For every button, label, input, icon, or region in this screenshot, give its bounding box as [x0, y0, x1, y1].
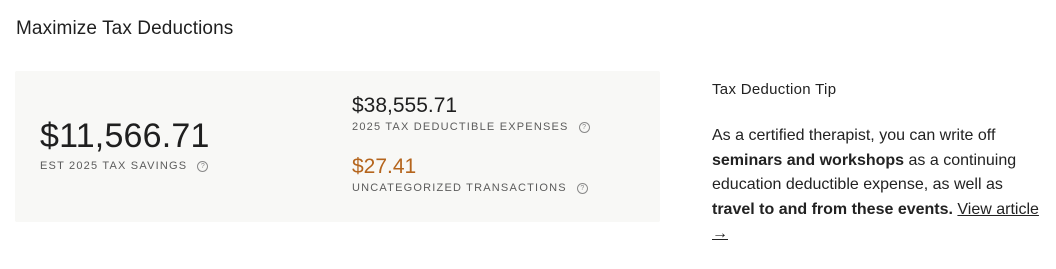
est-tax-savings-label-text: EST 2025 TAX SAVINGS	[40, 160, 188, 172]
question-circle-icon[interactable]: ?	[576, 182, 588, 194]
est-tax-savings: $11,566.71 EST 2025 TAX SAVINGS ?	[40, 117, 210, 172]
question-circle-icon[interactable]: ?	[578, 121, 590, 133]
est-tax-savings-value: $11,566.71	[40, 117, 210, 155]
deductible-expenses-label: 2025 TAX DEDUCTIBLE EXPENSES ?	[352, 121, 590, 133]
uncategorized-transactions-label: UNCATEGORIZED TRANSACTIONS ?	[352, 182, 588, 194]
tax-deduction-tip: Tax Deduction Tip As a certified therapi…	[712, 80, 1042, 247]
uncategorized-transactions-label-text: UNCATEGORIZED TRANSACTIONS	[352, 182, 567, 194]
tip-text: As a certified therapist, you can write …	[712, 127, 996, 144]
est-tax-savings-label: EST 2025 TAX SAVINGS ?	[40, 160, 210, 172]
uncategorized-transactions-value: $27.41	[352, 155, 417, 178]
tip-highlight-seminars: seminars and workshops	[712, 151, 905, 169]
tip-highlight-travel: travel to and from these events.	[712, 200, 953, 218]
uncategorized-transactions[interactable]: $27.41 UNCATEGORIZED TRANSACTIONS ?	[352, 155, 588, 194]
question-circle-icon[interactable]: ?	[197, 160, 209, 172]
tip-body: As a certified therapist, you can write …	[712, 124, 1042, 247]
tax-stats-card: $11,566.71 EST 2025 TAX SAVINGS ? $38,55…	[15, 71, 660, 222]
deductible-expenses: $38,555.71 2025 TAX DEDUCTIBLE EXPENSES …	[352, 94, 590, 133]
section-title: Maximize Tax Deductions	[16, 18, 234, 39]
deductible-expenses-label-text: 2025 TAX DEDUCTIBLE EXPENSES	[352, 121, 569, 133]
deductible-expenses-value: $38,555.71	[352, 94, 458, 117]
tip-title: Tax Deduction Tip	[712, 81, 837, 98]
